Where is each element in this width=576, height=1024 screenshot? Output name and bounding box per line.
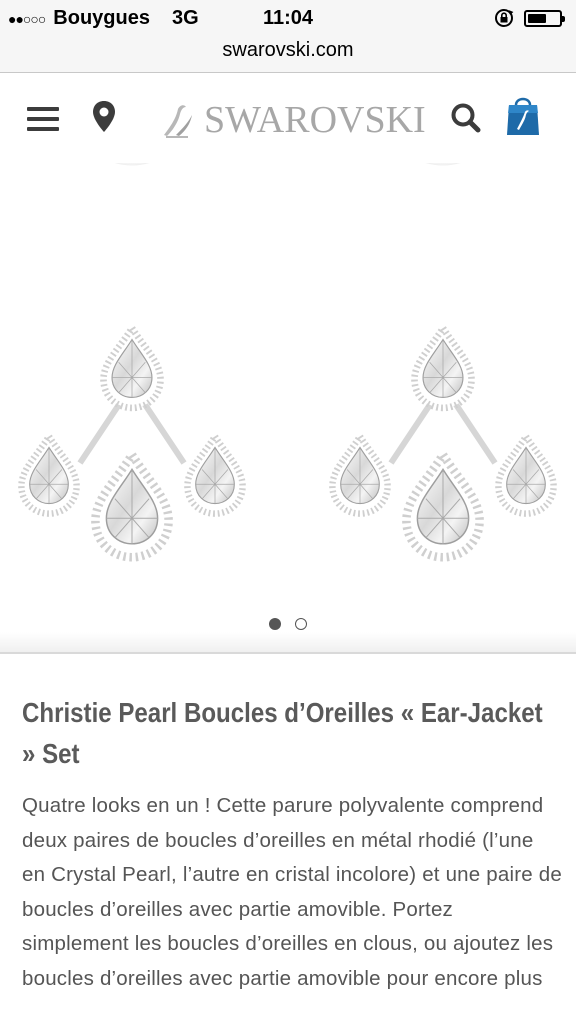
battery-icon [524, 9, 565, 27]
product-image-gallery[interactable] [0, 163, 576, 653]
earring-left [21, 163, 242, 557]
product-title: Christie Pearl Boucles d’Oreilles « Ear-… [22, 697, 543, 769]
status-right [494, 8, 565, 28]
location-pin-icon[interactable] [90, 99, 118, 135]
earring-right [332, 163, 553, 557]
pager-dot-1[interactable] [269, 618, 281, 630]
menu-icon[interactable] [27, 107, 59, 131]
pager-dot-2[interactable] [295, 618, 307, 630]
product-image [0, 163, 576, 653]
brand-name: SWAROVSKI [204, 99, 426, 141]
swan-logo-icon [164, 105, 192, 138]
brand-logo[interactable]: SWAROVSKI [158, 95, 426, 145]
section-divider [0, 652, 576, 654]
orientation-lock-icon [495, 9, 514, 27]
site-header: SWAROVSKI [0, 73, 576, 163]
status-bar: ●●○○○ Bouygues 3G 11:04 [0, 0, 576, 36]
shopping-bag-icon[interactable] [505, 93, 541, 137]
battery-fill [528, 13, 546, 23]
gallery-bottom-shade [0, 632, 576, 652]
address-bar[interactable]: swarovski.com [0, 36, 576, 73]
product-description: Quatre looks en un ! Cette parure polyva… [22, 794, 562, 990]
clock: 11:04 [262, 7, 314, 29]
search-icon[interactable] [450, 102, 482, 134]
